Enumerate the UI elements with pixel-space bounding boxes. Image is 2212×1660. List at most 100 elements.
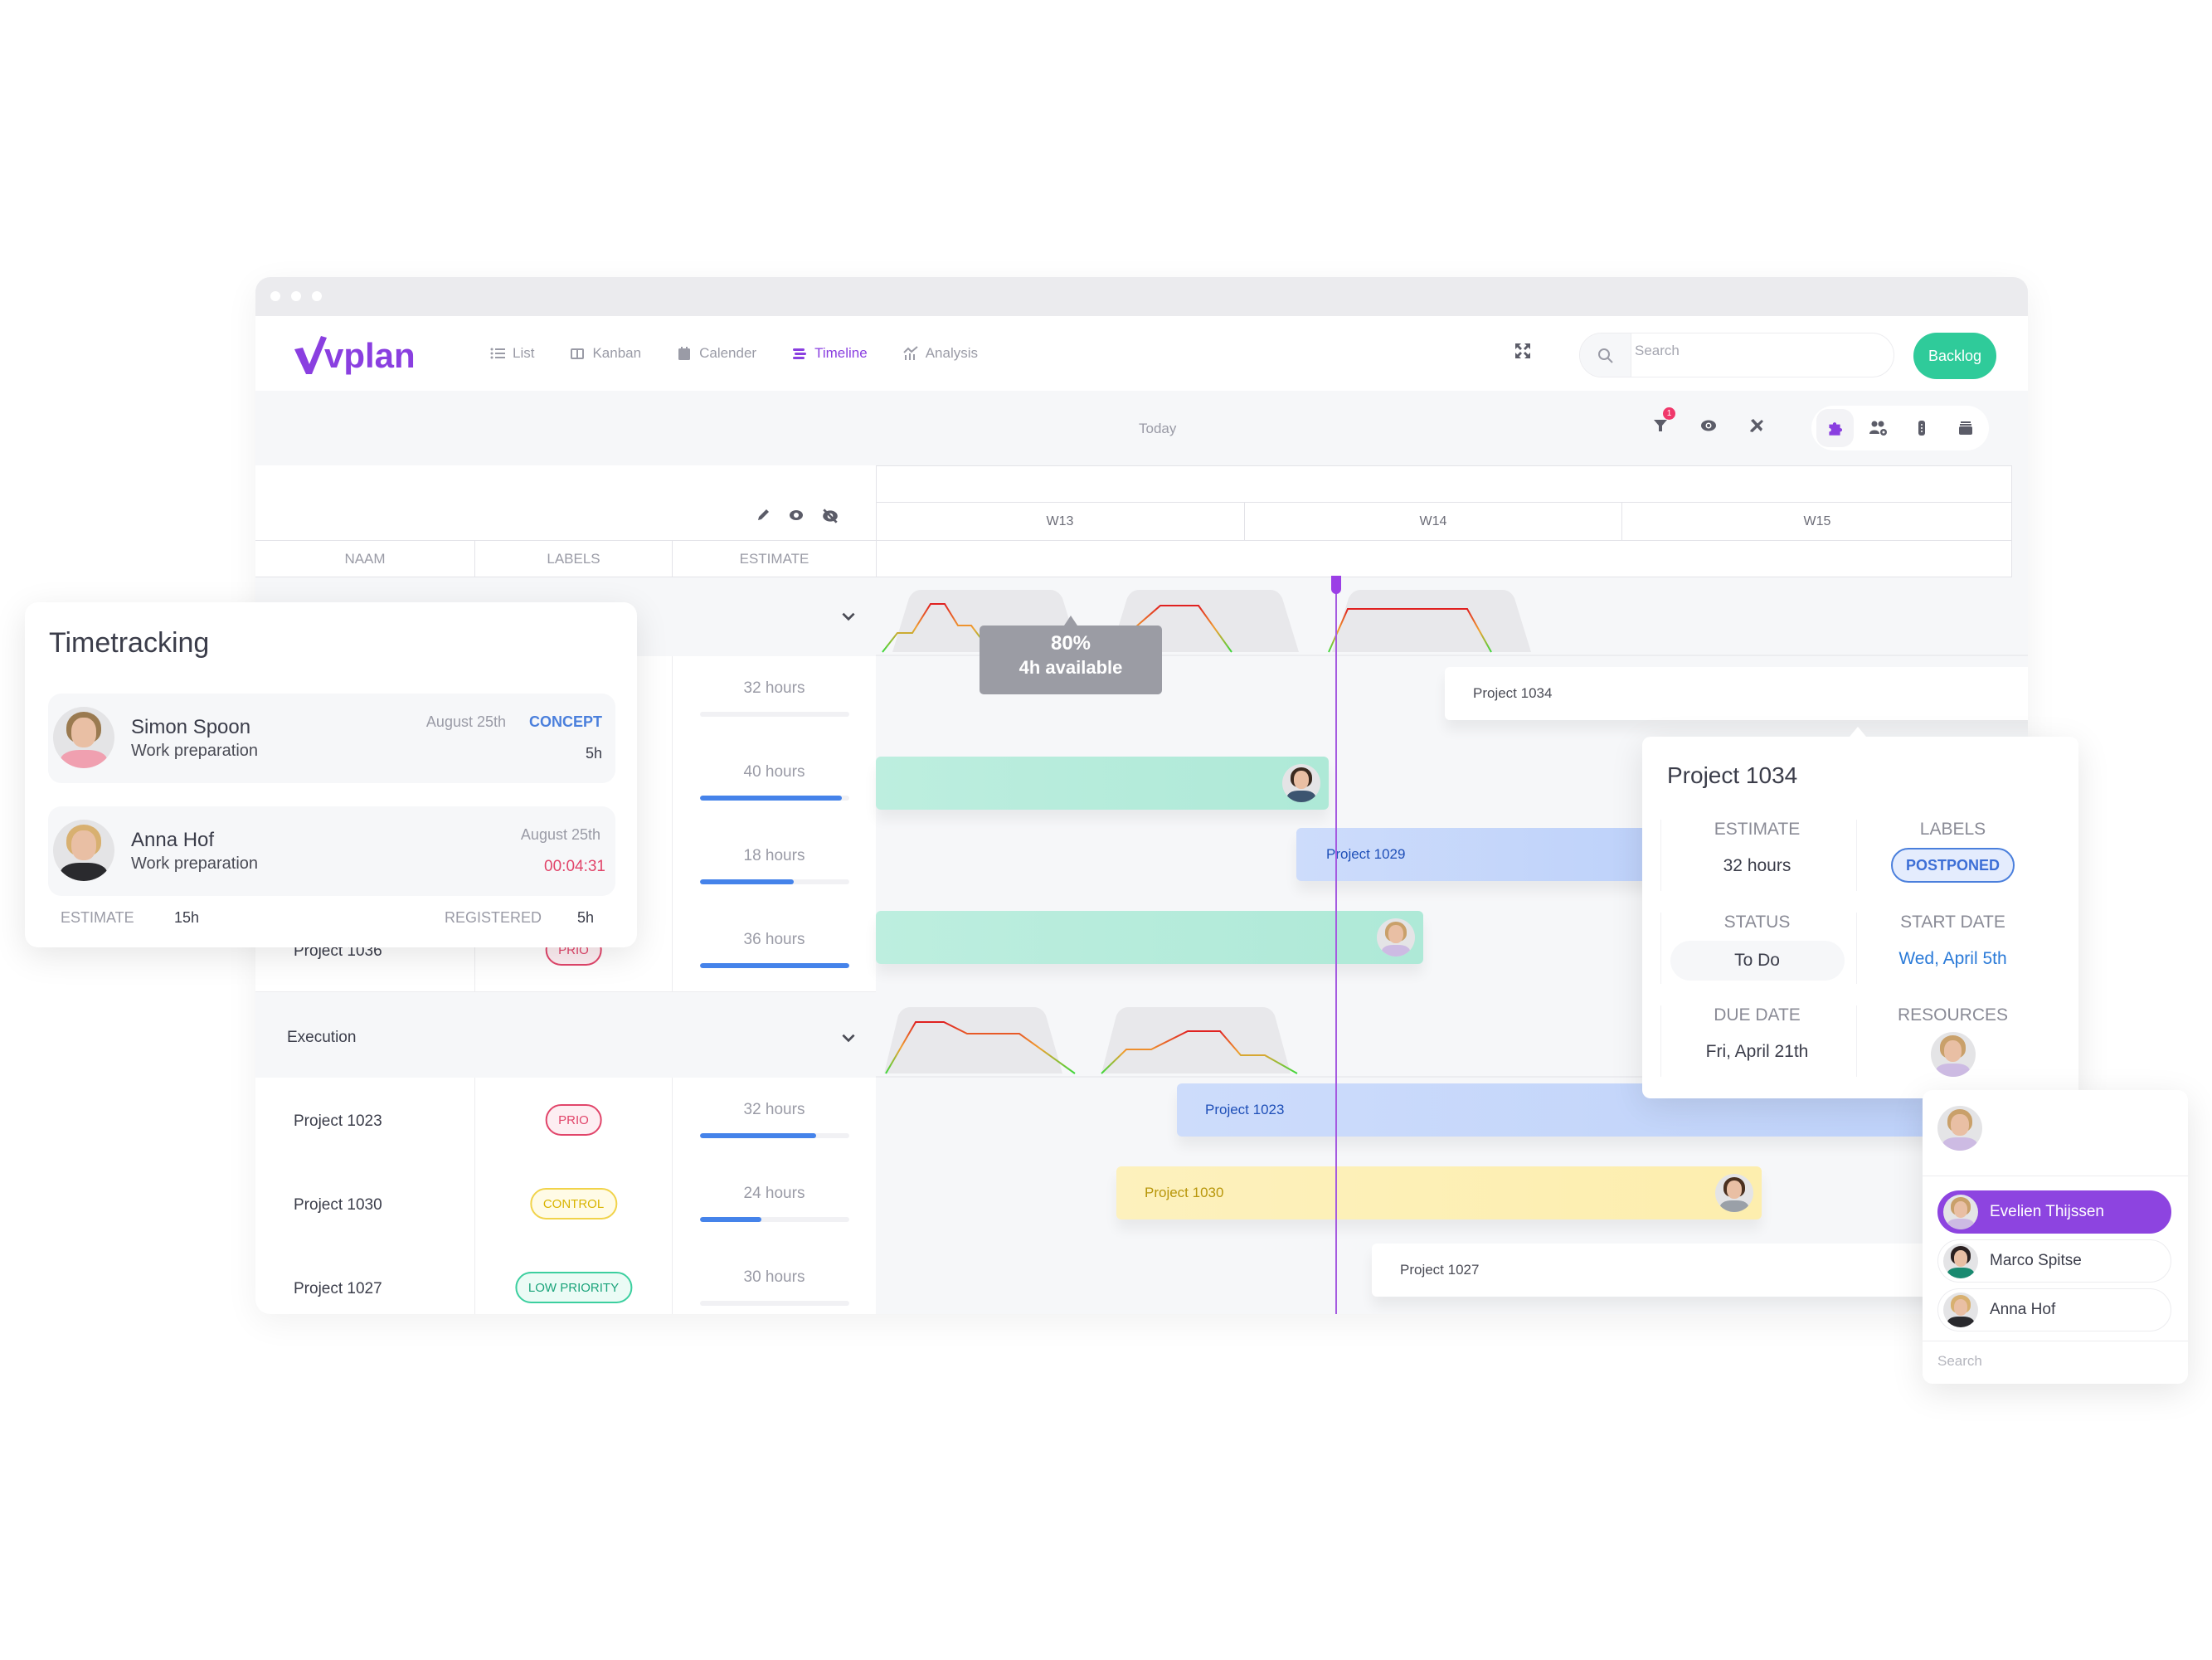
label-badge[interactable]: LOW PRIORITY bbox=[514, 1272, 633, 1303]
field-label: LABELS bbox=[1919, 820, 1986, 839]
status-select[interactable]: To Do bbox=[1670, 941, 1845, 981]
timeline-bar-project-1034[interactable]: Project 1034 bbox=[1445, 667, 2028, 720]
project-name: Project 1027 bbox=[294, 1280, 382, 1297]
entry-activity: Work preparation bbox=[131, 742, 259, 760]
filter-icon bbox=[1654, 420, 1667, 431]
group-row-execution[interactable]: Execution bbox=[255, 999, 876, 1078]
puzzle-icon bbox=[1829, 422, 1843, 436]
view-archive-button[interactable] bbox=[1947, 409, 1985, 447]
column-header-name[interactable]: NAAM bbox=[255, 541, 475, 577]
estimate-progress-fill bbox=[700, 1217, 761, 1222]
view-devices-button[interactable] bbox=[1903, 409, 1941, 447]
entry-hours: 5h bbox=[585, 745, 602, 762]
timetracking-card: Timetracking Simon Spoon Work preparatio… bbox=[25, 602, 637, 947]
resource-option[interactable]: Marco Spitse bbox=[1937, 1239, 2171, 1283]
remote-icon bbox=[1918, 421, 1926, 436]
timeline-subheader bbox=[876, 540, 2012, 577]
table-row[interactable]: Project 1023 PRIO 32 hours bbox=[255, 1078, 876, 1162]
estimate-progress-bar bbox=[700, 796, 849, 801]
estimate-progress-bar bbox=[700, 879, 849, 884]
timeline-bar[interactable] bbox=[876, 757, 1329, 810]
archive-icon bbox=[1958, 421, 1972, 435]
time-entry[interactable]: Anna Hof Work preparation August 25th 00… bbox=[48, 806, 615, 896]
search-input[interactable] bbox=[1635, 333, 1884, 368]
resources-dropdown: Evelien Thijssen Marco Spitse Anna Hof bbox=[1923, 1090, 2188, 1384]
filter-button[interactable]: 1 bbox=[1649, 407, 1675, 437]
field-value[interactable]: 32 hours bbox=[1661, 856, 1853, 876]
analysis-icon bbox=[902, 346, 918, 360]
estimate-progress-bar bbox=[700, 963, 849, 968]
entry-person: Simon Spoon bbox=[131, 716, 251, 738]
resource-avatar[interactable] bbox=[1930, 1032, 1976, 1077]
timeline-bar-project-1030[interactable]: Project 1030 bbox=[1116, 1166, 1762, 1219]
nav-analysis[interactable]: Analysis bbox=[902, 345, 978, 362]
nav-label: List bbox=[513, 345, 535, 361]
tools-button[interactable] bbox=[1745, 414, 1768, 437]
eye-slash-icon[interactable] bbox=[821, 507, 839, 525]
cell-name: Project 1027 bbox=[255, 1245, 475, 1314]
visibility-button[interactable] bbox=[1697, 414, 1720, 437]
timeline-bar[interactable] bbox=[876, 911, 1423, 964]
today-marker-line bbox=[1335, 576, 1337, 1314]
window-dot bbox=[312, 291, 322, 301]
window-dot bbox=[291, 291, 301, 301]
label-badge-postponed[interactable]: POSTPONED bbox=[1890, 848, 2015, 883]
table-toolbar bbox=[255, 465, 876, 540]
nav-timeline[interactable]: Timeline bbox=[791, 345, 868, 362]
nav-kanban[interactable]: Kanban bbox=[569, 345, 641, 362]
filter-count-badge: 1 bbox=[1663, 407, 1675, 420]
field-label: RESOURCES bbox=[1897, 1005, 2009, 1025]
table-row[interactable]: Project 1030 CONTROL 24 hours bbox=[255, 1161, 876, 1246]
pencil-icon[interactable] bbox=[755, 507, 771, 523]
due-date-value[interactable]: Fri, April 21th bbox=[1661, 1042, 1853, 1062]
calendar-icon bbox=[678, 347, 691, 360]
eye-icon[interactable] bbox=[788, 507, 805, 523]
view-resources-button[interactable] bbox=[1860, 409, 1898, 447]
cell-estimate: 40 hours bbox=[673, 740, 876, 824]
labels-field: LABELS POSTPONED bbox=[1856, 820, 2049, 891]
timeline-toolbar: Today 1 bbox=[255, 391, 2028, 465]
nav-calendar[interactable]: Calender bbox=[676, 345, 756, 362]
entry-date: August 25th bbox=[425, 713, 506, 730]
eye-icon bbox=[1701, 420, 1716, 431]
vplan-logo[interactable]: vplan bbox=[293, 333, 421, 383]
view-projects-button[interactable] bbox=[1816, 409, 1854, 447]
registered-value: 5h bbox=[577, 909, 595, 926]
capacity-shape bbox=[1101, 1007, 1291, 1073]
today-marker-handle[interactable] bbox=[1331, 576, 1341, 594]
cell-estimate: 30 hours bbox=[673, 1245, 876, 1314]
table-row[interactable]: Project 1027 LOW PRIORITY 30 hours bbox=[255, 1245, 876, 1314]
timeline-bar-project-1029[interactable]: Project 1029 bbox=[1296, 828, 1678, 881]
search-icon[interactable] bbox=[1580, 333, 1631, 377]
today-button[interactable]: Today bbox=[1139, 421, 1176, 437]
resource-option[interactable]: Anna Hof bbox=[1937, 1288, 2171, 1331]
users-cog-icon bbox=[1869, 421, 1887, 436]
list-icon bbox=[490, 348, 505, 359]
fullscreen-button[interactable] bbox=[1513, 341, 1538, 366]
status-field: STATUS To Do bbox=[1660, 913, 1853, 984]
backlog-button[interactable]: Backlog bbox=[1913, 333, 1996, 379]
capacity-shape bbox=[1332, 590, 1531, 652]
label-badge[interactable]: CONTROL bbox=[529, 1188, 618, 1219]
project-detail-card: Project 1034 ESTIMATE 32 hours LABELS PO… bbox=[1642, 727, 2078, 1098]
chevron-down-icon[interactable] bbox=[839, 607, 858, 626]
column-header-labels[interactable]: LABELS bbox=[475, 541, 673, 577]
entry-activity: Work preparation bbox=[131, 854, 259, 873]
label-badge[interactable]: PRIO bbox=[545, 1104, 602, 1136]
column-header-estimate[interactable]: ESTIMATE bbox=[673, 541, 876, 577]
estimate-field: ESTIMATE 32 hours bbox=[1660, 820, 1853, 891]
bar-label: Project 1030 bbox=[1145, 1185, 1224, 1200]
chevron-down-icon[interactable] bbox=[839, 1029, 858, 1047]
resource-option-selected[interactable]: Evelien Thijssen bbox=[1937, 1190, 2171, 1234]
start-date-value[interactable]: Wed, April 5th bbox=[1857, 949, 2049, 969]
view-mode-toggle bbox=[1811, 406, 1989, 450]
availability-hours: 4h available bbox=[1018, 657, 1123, 678]
current-resource-avatar bbox=[1937, 1106, 1982, 1151]
time-entry[interactable]: Simon Spoon Work preparation August 25th… bbox=[48, 694, 615, 783]
field-label: ESTIMATE bbox=[1714, 820, 1801, 839]
nav-list[interactable]: List bbox=[489, 345, 534, 362]
timetracking-title: Timetracking bbox=[49, 627, 210, 659]
cell-estimate: 24 hours bbox=[673, 1161, 876, 1245]
estimate-value: 18 hours bbox=[743, 847, 805, 864]
resource-search-input[interactable] bbox=[1937, 1353, 2170, 1370]
